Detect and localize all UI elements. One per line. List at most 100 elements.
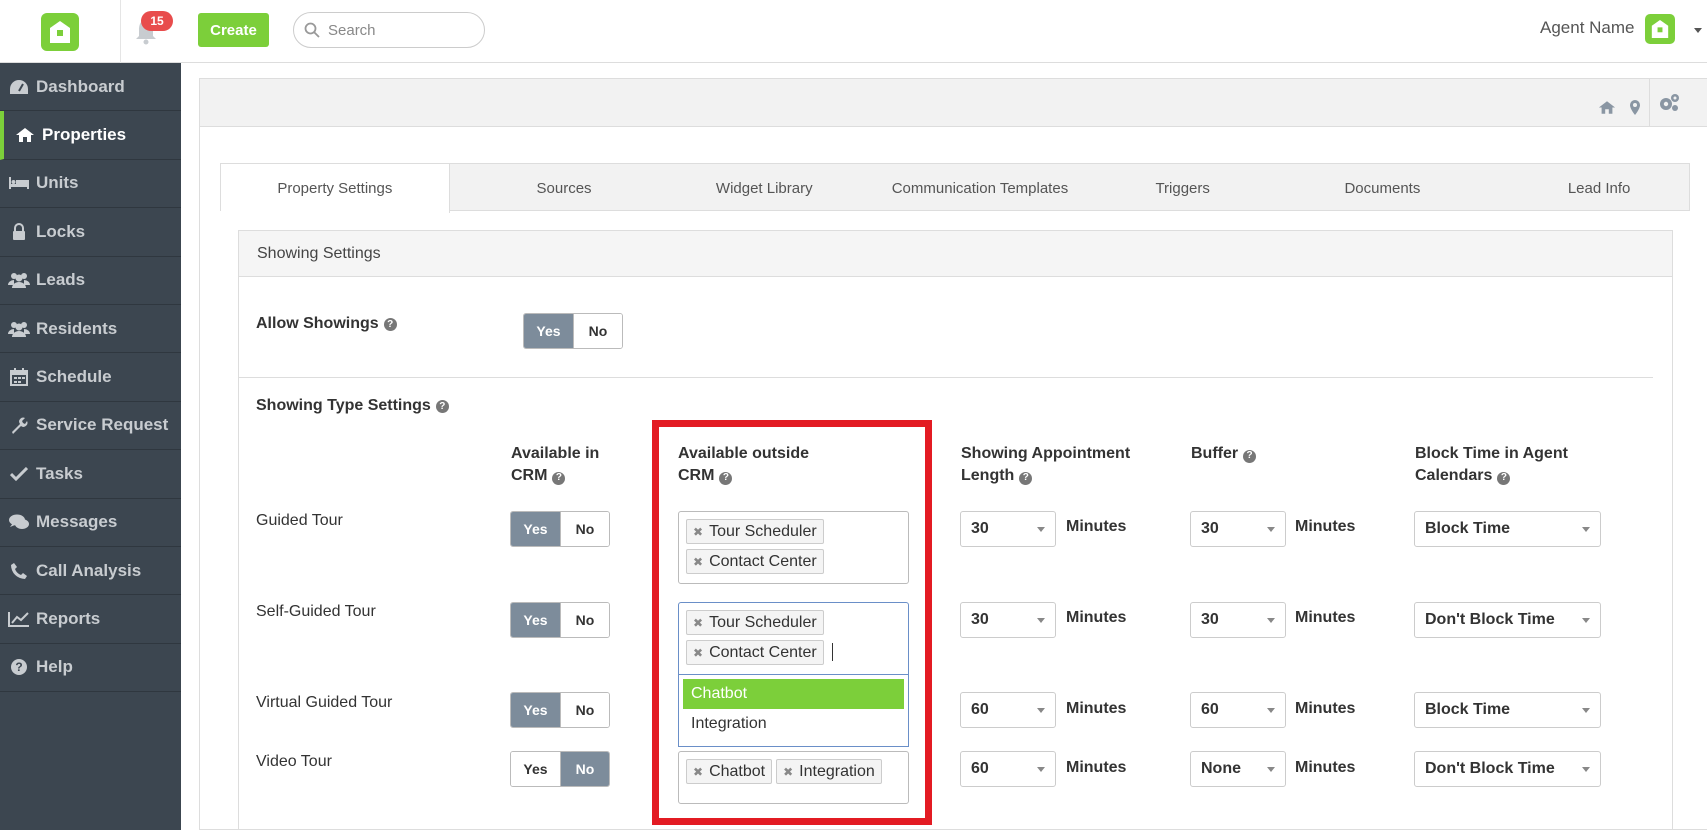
video-tour-buffer-select[interactable]: None [1190, 751, 1286, 787]
tab-documents[interactable]: Documents [1256, 164, 1510, 212]
guided-tour-length-select[interactable]: 30 [960, 511, 1056, 547]
tab-property-settings[interactable]: Property Settings [221, 164, 450, 213]
guided-tour-block-select[interactable]: Block Time [1414, 511, 1601, 547]
yes-option[interactable]: Yes [511, 512, 560, 546]
col-appointment-length: Showing Appointment Length? [961, 443, 1130, 487]
sidebar-item-units[interactable]: Units [0, 160, 181, 209]
no-option[interactable]: No [560, 752, 609, 786]
minutes-label: Minutes [1066, 609, 1127, 626]
highlight-box [652, 420, 932, 825]
divider [238, 377, 1653, 378]
home-icon [14, 124, 36, 146]
row-label-virtual-guided-tour: Virtual Guided Tour [256, 694, 393, 711]
sidebar-item-label: Help [36, 657, 73, 677]
caret-down-icon [1267, 708, 1275, 713]
select-value: Block Time [1425, 520, 1511, 537]
agent-name[interactable]: Agent Name [1540, 18, 1635, 38]
virtual-guided-tour-crm-toggle[interactable]: Yes No [510, 692, 610, 728]
col-block-time: Block Time in Agent Calendars? [1415, 443, 1568, 487]
yes-option[interactable]: Yes [511, 752, 560, 786]
settings-tabs: Property Settings Sources Widget Library… [220, 163, 1690, 213]
tab-sources[interactable]: Sources [450, 164, 679, 212]
search-input[interactable] [328, 21, 478, 39]
select-value: 30 [971, 520, 989, 537]
video-tour-length-select[interactable]: 60 [960, 751, 1056, 787]
sidebar-item-service-request[interactable]: Service Request [0, 402, 181, 451]
logo-area[interactable] [0, 0, 121, 63]
caret-down-icon [1582, 708, 1590, 713]
allow-showings-toggle[interactable]: Yes No [523, 313, 623, 349]
self-guided-tour-length-select[interactable]: 30 [960, 602, 1056, 638]
help-icon[interactable]: ? [1019, 471, 1033, 485]
sidebar-item-residents[interactable]: Residents [0, 305, 181, 354]
sidebar-item-leads[interactable]: Leads [0, 257, 181, 305]
self-guided-tour-buffer-select[interactable]: 30 [1190, 602, 1286, 638]
sidebar-item-label: Call Analysis [36, 560, 142, 580]
col-text: Length [961, 467, 1015, 484]
select-value: 60 [971, 701, 989, 718]
sidebar-item-properties[interactable]: Properties [0, 111, 181, 160]
chevron-down-icon[interactable] [1694, 28, 1702, 33]
sidebar-item-label: Leads [36, 270, 86, 290]
video-tour-block-select[interactable]: Don't Block Time [1414, 751, 1601, 787]
no-option[interactable]: No [560, 603, 609, 637]
sidebar-item-locks[interactable]: Locks [0, 208, 181, 257]
lock-icon [8, 221, 30, 243]
no-option[interactable]: No [560, 512, 609, 546]
create-button[interactable]: Create [198, 13, 269, 47]
minutes-label: Minutes [1295, 759, 1356, 776]
map-marker-icon[interactable] [1621, 92, 1649, 122]
help-icon[interactable]: ? [383, 317, 397, 331]
virtual-guided-tour-block-select[interactable]: Block Time [1414, 692, 1601, 728]
col-available-in-crm: Available in CRM? [511, 443, 599, 487]
home-icon[interactable] [1593, 92, 1621, 122]
sidebar-item-reports[interactable]: Reports [0, 595, 181, 644]
caret-down-icon [1582, 527, 1590, 532]
help-icon[interactable]: ? [1243, 449, 1257, 463]
select-value: 30 [971, 611, 989, 628]
tab-widget-library[interactable]: Widget Library [678, 164, 850, 212]
phone-icon [8, 560, 30, 582]
avatar[interactable] [1645, 14, 1675, 44]
sidebar-item-tasks[interactable]: Tasks [0, 450, 181, 499]
sidebar-item-schedule[interactable]: Schedule [0, 353, 181, 402]
yes-option[interactable]: Yes [524, 314, 573, 348]
gear-icon[interactable] [1649, 79, 1687, 127]
self-guided-tour-crm-toggle[interactable]: Yes No [510, 602, 610, 638]
virtual-guided-tour-buffer-select[interactable]: 60 [1190, 692, 1286, 728]
yes-option[interactable]: Yes [511, 603, 560, 637]
sidebar-item-label: Messages [36, 512, 118, 532]
allow-showings-label: Allow Showings ? [256, 315, 397, 333]
help-icon[interactable]: ? [435, 399, 449, 413]
showing-type-settings-text: Showing Type Settings [256, 397, 431, 414]
minutes-label: Minutes [1295, 518, 1356, 535]
search-box[interactable] [293, 12, 485, 48]
sidebar-item-label: Dashboard [36, 76, 125, 96]
sidebar-item-help[interactable]: ? Help [0, 644, 181, 693]
virtual-guided-tour-length-select[interactable]: 60 [960, 692, 1056, 728]
no-option[interactable]: No [573, 314, 622, 348]
no-option[interactable]: No [560, 693, 609, 727]
sidebar-item-call-analysis[interactable]: Call Analysis [0, 547, 181, 596]
sidebar-item-label: Reports [36, 608, 101, 628]
app-logo-icon [41, 12, 79, 51]
tab-communication-templates[interactable]: Communication Templates [850, 164, 1110, 212]
sidebar-item-label: Service Request [36, 415, 169, 435]
caret-down-icon [1267, 618, 1275, 623]
tab-triggers[interactable]: Triggers [1110, 164, 1256, 212]
sidebar-item-dashboard[interactable]: Dashboard [0, 63, 181, 112]
guided-tour-crm-toggle[interactable]: Yes No [510, 511, 610, 547]
tab-lead-info[interactable]: Lead Info [1509, 164, 1689, 212]
dashboard-icon [8, 76, 30, 98]
help-icon[interactable]: ? [1497, 471, 1511, 485]
guided-tour-buffer-select[interactable]: 30 [1190, 511, 1286, 547]
video-tour-crm-toggle[interactable]: Yes No [510, 751, 610, 787]
showing-type-settings-label: Showing Type Settings ? [256, 397, 449, 415]
self-guided-tour-block-select[interactable]: Don't Block Time [1414, 602, 1601, 638]
allow-showings-text: Allow Showings [256, 315, 379, 332]
yes-option[interactable]: Yes [511, 693, 560, 727]
sidebar-item-messages[interactable]: Messages [0, 499, 181, 547]
help-icon[interactable]: ? [552, 471, 566, 485]
top-bar: 15 Create Agent Name [0, 0, 1707, 63]
agent-logo-icon [1645, 14, 1675, 44]
